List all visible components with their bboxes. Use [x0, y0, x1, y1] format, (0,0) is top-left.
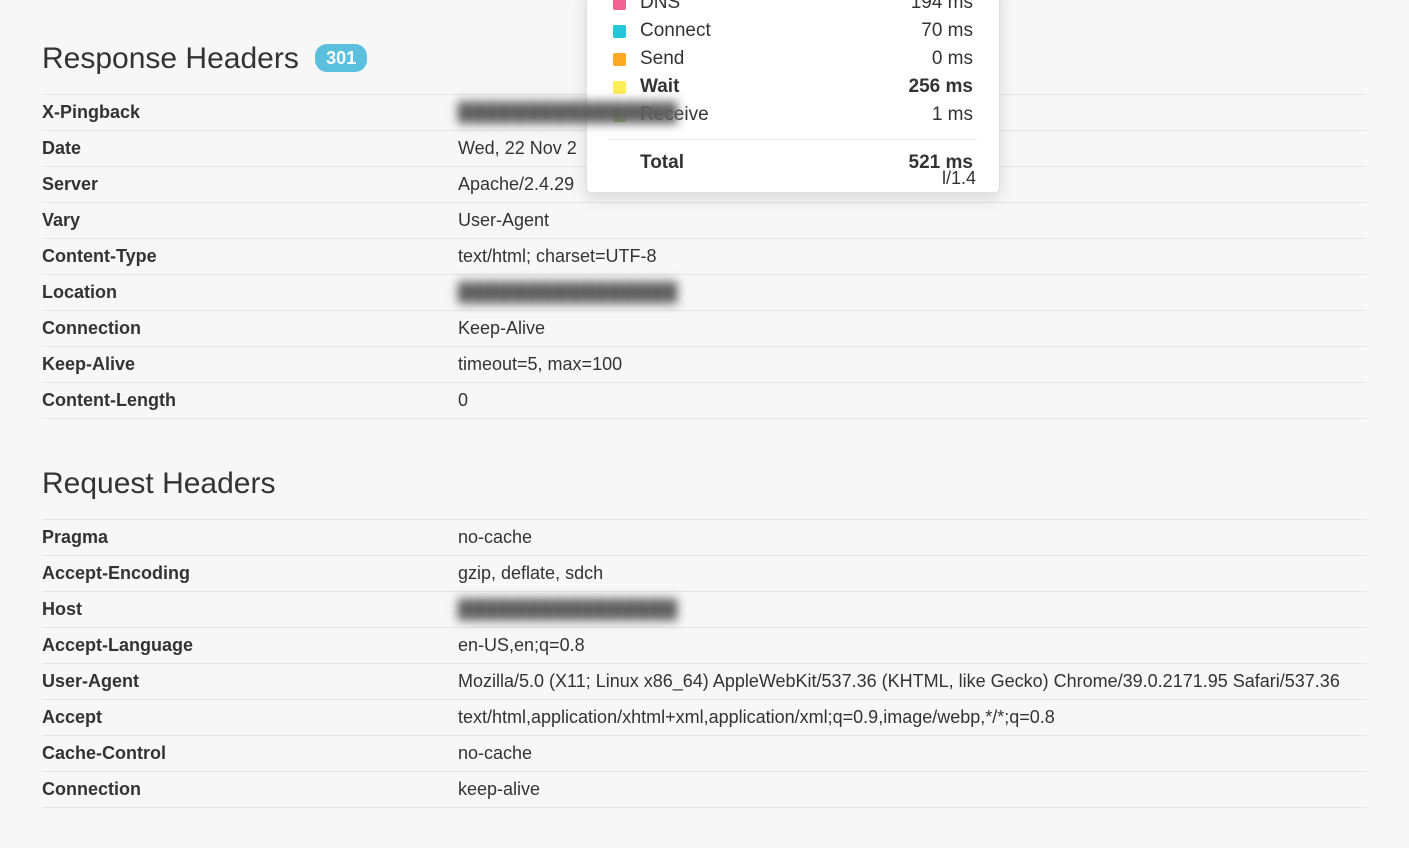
timing-row-send: Send0 ms	[613, 45, 973, 73]
header-key: Date	[42, 131, 458, 167]
timing-value: 194 ms	[911, 0, 973, 14]
header-row: Accept-Encodinggzip, deflate, sdch	[42, 556, 1367, 592]
timing-label: Receive	[640, 104, 932, 126]
request-headers-table: Pragmano-cacheAccept-Encodinggzip, defla…	[42, 519, 1367, 808]
header-key: Server	[42, 167, 458, 203]
header-key: Accept	[42, 700, 458, 736]
timing-popover: DNS194 msConnect70 msSend0 msWait256 msR…	[586, 0, 1000, 193]
timing-label: Send	[640, 48, 932, 70]
timing-label: DNS	[640, 0, 911, 14]
redacted-value: ████████████████	[458, 599, 678, 620]
server-value-tail: l/1.4	[942, 168, 976, 189]
header-value: no-cache	[458, 520, 1367, 556]
header-key: Connection	[42, 772, 458, 808]
header-key: Accept-Encoding	[42, 556, 458, 592]
swatch-icon	[613, 53, 626, 66]
header-key: Location	[42, 275, 458, 311]
header-row: Content-Length0	[42, 383, 1367, 419]
header-key: Host	[42, 592, 458, 628]
header-value: text/html; charset=UTF-8	[458, 239, 1367, 275]
swatch-icon	[613, 81, 626, 94]
redacted-value: ████████████████	[458, 102, 678, 123]
timing-total-label: Total	[640, 152, 909, 174]
swatch-icon	[613, 25, 626, 38]
header-value: gzip, deflate, sdch	[458, 556, 1367, 592]
header-value: keep-alive	[458, 772, 1367, 808]
header-value: Keep-Alive	[458, 311, 1367, 347]
header-row: Keep-Alivetimeout=5, max=100	[42, 347, 1367, 383]
timing-label: Connect	[640, 20, 921, 42]
header-row: Content-Typetext/html; charset=UTF-8	[42, 239, 1367, 275]
header-row: Cache-Controlno-cache	[42, 736, 1367, 772]
timing-value: 1 ms	[932, 104, 973, 126]
header-value: timeout=5, max=100	[458, 347, 1367, 383]
timing-total-row: Total 521 ms	[613, 148, 973, 174]
header-key: Connection	[42, 311, 458, 347]
header-value: ████████████████	[458, 275, 1367, 311]
header-value: no-cache	[458, 736, 1367, 772]
header-value: User-Agent	[458, 203, 1367, 239]
timing-row-dns: DNS194 ms	[613, 0, 973, 17]
status-badge: 301	[315, 44, 367, 72]
timing-value: 0 ms	[932, 48, 973, 70]
header-key: Vary	[42, 203, 458, 239]
header-row: Accept-Languageen-US,en;q=0.8	[42, 628, 1367, 664]
header-key: Cache-Control	[42, 736, 458, 772]
swatch-icon	[613, 0, 626, 10]
header-row: ConnectionKeep-Alive	[42, 311, 1367, 347]
timing-value: 256 ms	[909, 76, 973, 98]
header-key: Accept-Language	[42, 628, 458, 664]
timing-row-connect: Connect70 ms	[613, 17, 973, 45]
header-value: ████████████████	[458, 592, 1367, 628]
header-key: Content-Length	[42, 383, 458, 419]
response-headers-title-text: Response Headers	[42, 42, 299, 75]
header-value: text/html,application/xhtml+xml,applicat…	[458, 700, 1367, 736]
timing-value: 70 ms	[921, 20, 973, 42]
header-key: Pragma	[42, 520, 458, 556]
header-key: User-Agent	[42, 664, 458, 700]
header-value: 0	[458, 383, 1367, 419]
header-row: Connectionkeep-alive	[42, 772, 1367, 808]
header-row: Accepttext/html,application/xhtml+xml,ap…	[42, 700, 1367, 736]
redacted-value: ████████████████	[458, 282, 678, 303]
header-row: VaryUser-Agent	[42, 203, 1367, 239]
header-key: Content-Type	[42, 239, 458, 275]
divider	[609, 139, 977, 140]
header-row: User-AgentMozilla/5.0 (X11; Linux x86_64…	[42, 664, 1367, 700]
request-headers-title: Request Headers	[42, 467, 1367, 501]
header-key: Keep-Alive	[42, 347, 458, 383]
timing-label: Wait	[640, 76, 909, 98]
timing-row-wait: Wait256 ms	[613, 73, 973, 101]
header-value: Mozilla/5.0 (X11; Linux x86_64) AppleWeb…	[458, 664, 1367, 700]
header-row: Pragmano-cache	[42, 520, 1367, 556]
header-row: Host████████████████	[42, 592, 1367, 628]
header-key: X-Pingback	[42, 95, 458, 131]
header-row: Location████████████████	[42, 275, 1367, 311]
header-value: en-US,en;q=0.8	[458, 628, 1367, 664]
